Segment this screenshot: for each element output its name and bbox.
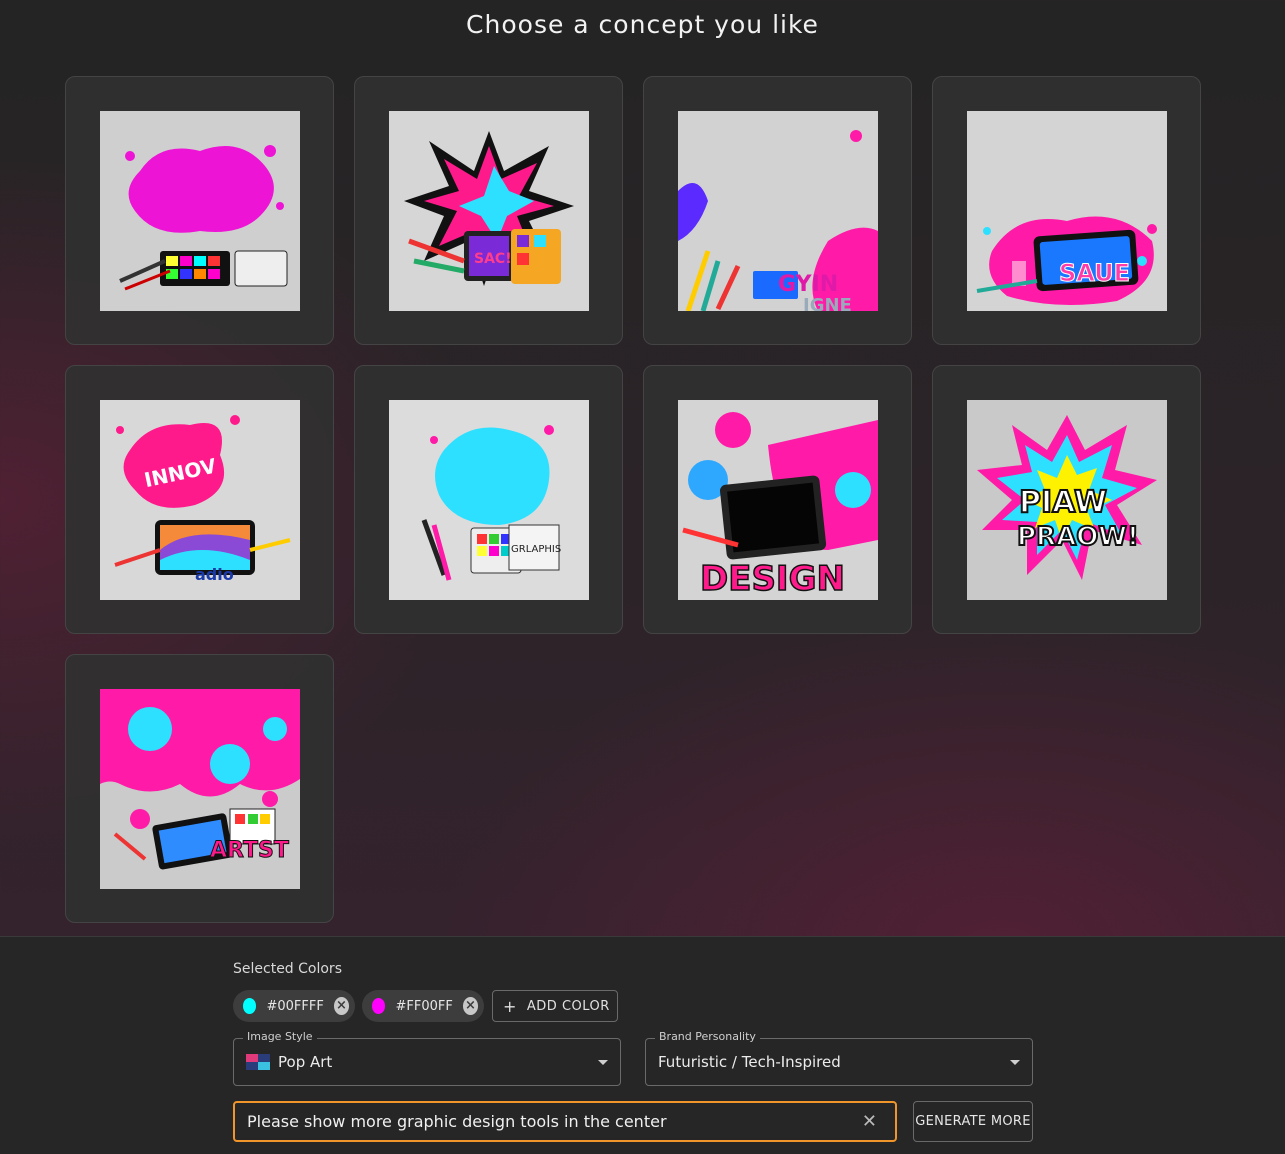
prompt-text: Please show more graphic design tools in…: [247, 1112, 667, 1131]
selected-colors-label: Selected Colors: [233, 961, 342, 977]
generate-more-button[interactable]: GENERATE MORE: [913, 1101, 1033, 1142]
svg-text:PRAOW!: PRAOW!: [1017, 522, 1139, 552]
svg-text:SAC!: SAC!: [474, 251, 512, 267]
image-style-select[interactable]: Image Style Pop Art: [233, 1030, 621, 1086]
svg-text:GRLAPHIS: GRLAPHIS: [511, 544, 561, 555]
image-style-legend: Image Style: [243, 1030, 317, 1043]
prompt-input[interactable]: Please show more graphic design tools in…: [233, 1101, 897, 1142]
concept-card-2[interactable]: SAC!: [354, 76, 623, 345]
concept-grid: SAC! GYIN IGNE SAUE INNOV adio GRLAPHIS …: [65, 76, 1201, 923]
concept-card-3[interactable]: GYIN IGNE: [643, 76, 912, 345]
concept-card-6[interactable]: GRLAPHIS: [354, 365, 623, 634]
svg-text:SAUE: SAUE: [1059, 259, 1130, 287]
color-chip-magenta[interactable]: #FF00FF ×: [362, 990, 484, 1022]
concept-image-1: [99, 110, 300, 311]
concept-card-4[interactable]: SAUE: [932, 76, 1201, 345]
concept-card-5[interactable]: INNOV adio: [65, 365, 334, 634]
remove-color-icon[interactable]: ×: [333, 997, 349, 1015]
svg-text:ARTST: ARTST: [210, 838, 289, 863]
concept-image-7: DESIGN: [677, 399, 878, 600]
color-swatch-magenta: [372, 998, 386, 1014]
svg-text:GYIN: GYIN: [778, 272, 838, 297]
add-color-label: ADD COLOR: [526, 998, 610, 1014]
concept-image-6: GRLAPHIS: [388, 399, 589, 600]
svg-text:PIAW: PIAW: [1019, 485, 1107, 520]
color-swatch-cyan: [243, 998, 257, 1014]
concept-image-8: PIAW PRAOW!: [966, 399, 1167, 600]
plus-icon: +: [503, 996, 517, 1016]
svg-text:IGNE: IGNE: [803, 295, 852, 311]
color-chip-cyan[interactable]: #00FFFF ×: [233, 990, 355, 1022]
concept-image-9: ARTST: [99, 688, 300, 889]
concept-card-9[interactable]: ARTST: [65, 654, 334, 923]
remove-color-icon[interactable]: ×: [462, 997, 478, 1015]
concept-image-4: SAUE: [966, 110, 1167, 311]
color-chip-label: #00FFFF: [266, 998, 324, 1014]
svg-text:DESIGN: DESIGN: [700, 559, 845, 599]
svg-text:adio: adio: [195, 565, 234, 584]
dropdown-arrow-icon: [598, 1060, 608, 1065]
clear-icon[interactable]: ✕: [862, 1111, 877, 1132]
concept-card-8[interactable]: PIAW PRAOW!: [932, 365, 1201, 634]
concept-image-5: INNOV adio: [99, 399, 300, 600]
concept-image-3: GYIN IGNE: [677, 110, 878, 311]
brand-personality-value: Futuristic / Tech-Inspired: [658, 1053, 841, 1071]
concept-image-2: SAC!: [388, 110, 589, 311]
brand-personality-select[interactable]: Brand Personality Futuristic / Tech-Insp…: [645, 1030, 1033, 1086]
color-chip-label: #FF00FF: [395, 998, 453, 1014]
page-title: Choose a concept you like: [466, 10, 819, 39]
pop-art-thumbnail-icon: [246, 1054, 270, 1070]
dropdown-arrow-icon: [1010, 1060, 1020, 1065]
concept-card-7[interactable]: DESIGN: [643, 365, 912, 634]
image-style-value: Pop Art: [278, 1053, 333, 1071]
concept-card-1[interactable]: [65, 76, 334, 345]
brand-personality-legend: Brand Personality: [655, 1030, 760, 1043]
add-color-button[interactable]: + ADD COLOR: [492, 990, 618, 1022]
